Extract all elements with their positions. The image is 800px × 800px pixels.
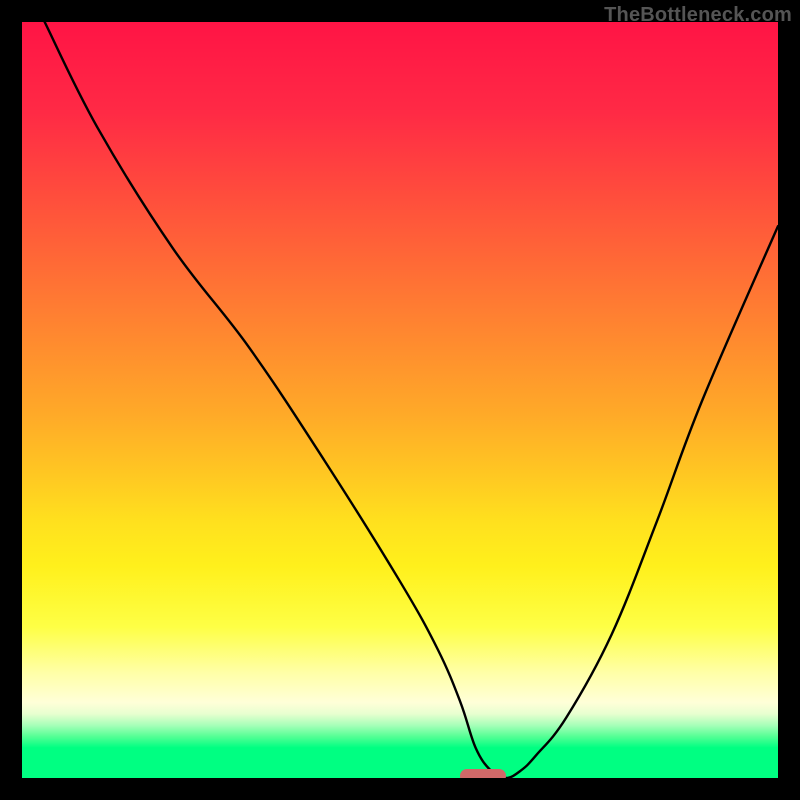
plot-area (22, 22, 778, 778)
chart-container: TheBottleneck.com (0, 0, 800, 800)
optimal-marker (460, 769, 506, 778)
bottleneck-curve (22, 22, 778, 778)
